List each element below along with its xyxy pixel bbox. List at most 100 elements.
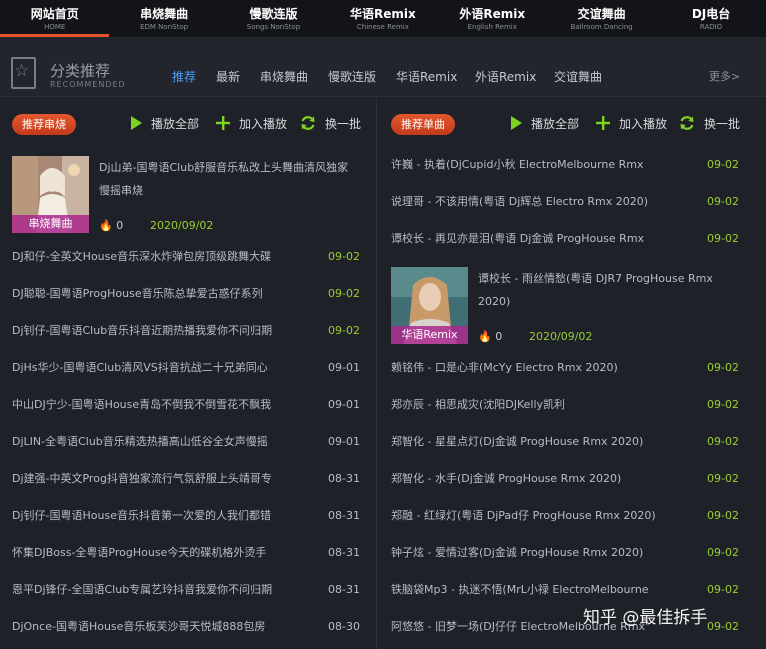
nav-label: 华语Remix xyxy=(349,7,416,21)
tab-edm-nonstop[interactable]: 串烧舞曲 xyxy=(260,68,308,85)
list-item[interactable]: 许巍 - 执着(DjCupid小秋 ElectroMelbourne Rmx 09… xyxy=(391,155,757,175)
list-item[interactable]: 郑融 - 红绿灯(粤语 DjPad仔 ProgHouse Rmx 2020) 09… xyxy=(391,506,757,526)
list-item[interactable]: DjLIN-全粤语Club音乐精选热播高山低谷全女声慢摇 09-01 xyxy=(12,432,364,452)
add-to-playlist-button[interactable]: 加入播放 xyxy=(216,114,287,132)
list-item[interactable]: 铁脑袋Mp3 - 执迷不悟(MrL小禄 ElectroMelbourne 09-0… xyxy=(391,580,757,600)
list-item[interactable]: DjOnce-国粤语House音乐板芙沙哥天悦城888包房 08-30 xyxy=(12,617,364,637)
add-to-playlist-button[interactable]: 加入播放 xyxy=(596,114,667,132)
item-title: 谭校长 - 再见亦是泪(粤语 Dj金诚 ProgHouse Rmx xyxy=(391,232,645,245)
list-item[interactable]: 怀集DJBoss-全粤语ProgHouse今天的碟机格外烫手 08-31 xyxy=(12,543,364,563)
nav-chinese-remix[interactable]: 华语Remix Chinese Remix xyxy=(328,0,437,37)
play-count: 🔥 0 xyxy=(99,219,123,232)
refresh-button[interactable]: 换一批 xyxy=(300,114,361,132)
list-item[interactable]: DJ和仔-全英文House音乐深水炸弹包房顶级跳舞大碟 09-02 xyxy=(12,247,364,267)
item-title: 铁脑袋Mp3 - 执迷不悟(MrL小禄 ElectroMelbourne xyxy=(391,583,649,596)
nav-songs-nonstop[interactable]: 慢歌连版 Songs NonStop xyxy=(219,0,328,37)
item-title: DJ和仔-全英文House音乐深水炸弹包房顶级跳舞大碟 xyxy=(12,250,272,263)
featured-title[interactable]: Dj山弟-国粤语Club舒服音乐私改上头舞曲清风独家慢摇串烧 xyxy=(99,156,359,202)
item-title: DjLIN-全粤语Club音乐精选热播高山低谷全女声慢摇 xyxy=(12,435,268,448)
item-title: 钟子炫 - 爱情过客(Dj金诚 ProgHouse Rmx 2020) xyxy=(391,546,644,559)
list-item[interactable]: 郑智化 - 星星点灯(Dj金诚 ProgHouse Rmx 2020) 09-02 xyxy=(391,432,757,452)
fire-icon: 🔥 xyxy=(99,219,113,232)
refresh-button[interactable]: 换一批 xyxy=(679,114,740,132)
refresh-icon xyxy=(680,116,694,130)
item-title: DjOnce-国粤语House音乐板芙沙哥天悦城888包房 xyxy=(12,620,266,633)
refresh-icon xyxy=(301,116,315,130)
nav-ballroom-dancing[interactable]: 交谊舞曲 Ballroom Dancing xyxy=(547,0,656,37)
fire-icon: 🔥 xyxy=(478,330,492,343)
item-title: 赖铭伟 - 口是心非(McYy Electro Rmx 2020) xyxy=(391,361,618,374)
nav-label: 交谊舞曲 xyxy=(577,7,626,21)
cover-image[interactable]: 华语Remix xyxy=(391,267,468,344)
featured-title[interactable]: 谭校长 - 雨丝情愁(粤语 DJR7 ProgHouse Rmx 2020) xyxy=(478,267,718,313)
list-item[interactable]: 郑亦辰 - 相思成灾(沈阳DJKelly凯利 09-02 xyxy=(391,395,757,415)
nav-label: 慢歌连版 xyxy=(249,7,298,21)
nav-edm-nonstop[interactable]: 串烧舞曲 EDM NonStop xyxy=(109,0,218,37)
list-item[interactable]: Dj钊仔-国粤语House音乐抖音第一次爱的人我们都错 08-31 xyxy=(12,506,364,526)
nav-home[interactable]: 网站首页 HOME xyxy=(0,0,110,37)
play-all-button[interactable]: 播放全部 xyxy=(130,114,199,132)
nav-label: DJ电台 xyxy=(691,7,731,21)
item-title: Dj建强-中英文Prog抖音独家流行气氛舒服上头靖哥专 xyxy=(12,472,272,485)
list-item[interactable]: 恩平Dj锋仔-全国语Club专属艺玲抖音我爱你不问归期 08-31 xyxy=(12,580,364,600)
item-date: 09-02 xyxy=(707,620,739,633)
item-date: 09-02 xyxy=(707,472,739,485)
list-item[interactable]: 郑智化 - 水手(Dj金诚 ProgHouse Rmx 2020) 09-02 xyxy=(391,469,757,489)
item-date: 08-31 xyxy=(328,472,360,485)
nav-label: 外语Remix xyxy=(459,7,526,21)
tab-latest[interactable]: 最新 xyxy=(216,68,240,85)
nav-sublabel: RADIO xyxy=(699,23,723,31)
featured-medley[interactable]: 串烧舞曲 Dj山弟-国粤语Club舒服音乐私改上头舞曲清风独家慢摇串烧 🔥 0 … xyxy=(12,156,372,238)
top-nav: 网站首页 HOME 串烧舞曲 EDM NonStop 慢歌连版 Songs No… xyxy=(0,0,766,37)
section-header: ☆ 分类推荐 RECOMMENDED 推荐 最新 串烧舞曲 慢歌连版 华语Rem… xyxy=(0,37,766,97)
nav-label: 串烧舞曲 xyxy=(140,7,189,21)
plus-icon xyxy=(596,116,610,130)
add-play-label: 加入播放 xyxy=(239,116,288,131)
item-title: DJ聪聪-国粤语ProgHouse音乐陈总挚爱古惑仔系列 xyxy=(12,287,263,300)
section-subtitle: RECOMMENDED xyxy=(50,80,126,89)
item-date: 09-02 xyxy=(328,287,360,300)
tab-songs-nonstop[interactable]: 慢歌连版 xyxy=(328,68,376,85)
play-all-label: 播放全部 xyxy=(151,116,200,131)
add-play-label: 加入播放 xyxy=(619,116,668,131)
tab-ballroom-dancing[interactable]: 交谊舞曲 xyxy=(554,68,602,85)
list-item[interactable]: 说理哥 - 不该用情(粤语 Dj辉总 Electro Rmx 2020) 09-0… xyxy=(391,192,757,212)
item-date: 09-02 xyxy=(328,250,360,263)
featured-single[interactable]: 华语Remix 谭校长 - 雨丝情愁(粤语 DJR7 ProgHouse Rmx… xyxy=(391,267,757,349)
nav-english-remix[interactable]: 外语Remix English Remix xyxy=(438,0,547,37)
list-item[interactable]: DJ聪聪-国粤语ProgHouse音乐陈总挚爱古惑仔系列 09-02 xyxy=(12,284,364,304)
nav-sublabel: Songs NonStop xyxy=(246,23,301,31)
tab-recommended[interactable]: 推荐 xyxy=(172,68,196,85)
item-date: 08-31 xyxy=(328,546,360,559)
list-item[interactable]: DjHs华少-国粤语Club清风VS抖音抗战二十兄弟同心 09-01 xyxy=(12,358,364,378)
recommended-medley-badge: 推荐串烧 xyxy=(12,114,76,135)
item-date: 09-02 xyxy=(707,435,739,448)
cover-image[interactable]: 串烧舞曲 xyxy=(12,156,89,233)
refresh-label: 换一批 xyxy=(704,116,741,131)
star-bookmark-icon: ☆ xyxy=(11,57,36,89)
item-date: 09-02 xyxy=(328,324,360,337)
play-all-button[interactable]: 播放全部 xyxy=(510,114,579,132)
plus-icon xyxy=(216,116,230,130)
nav-radio[interactable]: DJ电台 RADIO xyxy=(656,0,765,37)
nav-sublabel: Chinese Remix xyxy=(356,23,409,31)
tab-chinese-remix[interactable]: 华语Remix xyxy=(396,68,457,85)
item-date: 09-02 xyxy=(707,361,739,374)
refresh-label: 换一批 xyxy=(325,116,362,131)
list-item[interactable]: 谭校长 - 再见亦是泪(粤语 Dj金诚 ProgHouse Rmx 09-02 xyxy=(391,229,757,249)
list-item[interactable]: Dj建强-中英文Prog抖音独家流行气氛舒服上头靖哥专 08-31 xyxy=(12,469,364,489)
item-date: 09-02 xyxy=(707,546,739,559)
nav-sublabel: HOME xyxy=(44,23,66,31)
column-divider xyxy=(376,98,377,649)
more-link[interactable]: 更多> xyxy=(709,68,740,84)
item-date: 08-31 xyxy=(328,583,360,596)
tab-english-remix[interactable]: 外语Remix xyxy=(475,68,536,85)
item-title: 郑智化 - 水手(Dj金诚 ProgHouse Rmx 2020) xyxy=(391,472,622,485)
featured-date: 2020/09/02 xyxy=(529,330,593,343)
list-item[interactable]: 钟子炫 - 爱情过客(Dj金诚 ProgHouse Rmx 2020) 09-02 xyxy=(391,543,757,563)
list-item[interactable]: 中山DJ宁少-国粤语House青岛不倒我不倒雪花不飘我 09-01 xyxy=(12,395,364,415)
list-item[interactable]: 赖铭伟 - 口是心非(McYy Electro Rmx 2020) 09-02 xyxy=(391,358,757,378)
list-item[interactable]: Dj钊仔-国粤语Club音乐抖音近期热播我爱你不问归期 09-02 xyxy=(12,321,364,341)
item-title: DjHs华少-国粤语Club清风VS抖音抗战二十兄弟同心 xyxy=(12,361,268,374)
item-date: 09-01 xyxy=(328,435,360,448)
